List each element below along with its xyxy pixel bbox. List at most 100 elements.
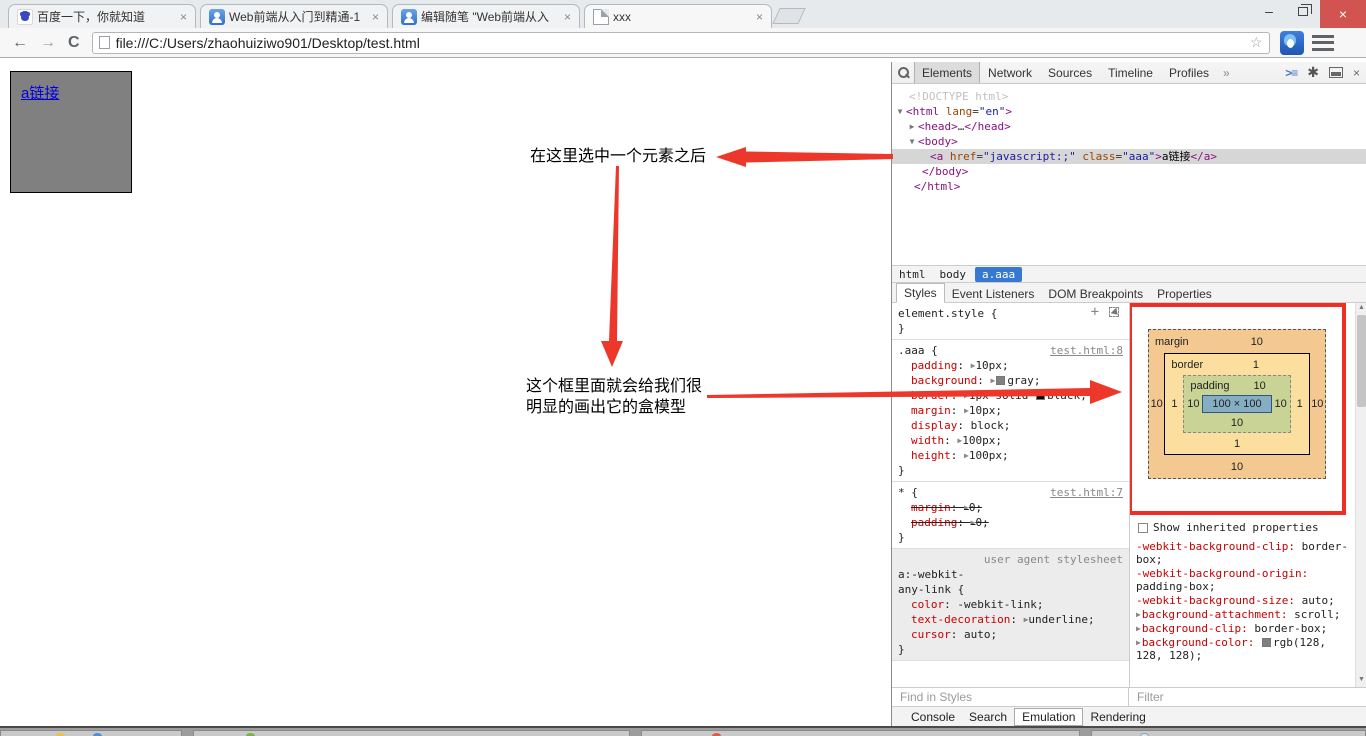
border-right-value[interactable]: 1	[1291, 375, 1309, 433]
padding-right-value[interactable]: 10	[1272, 398, 1290, 410]
margin-left-value[interactable]: 10	[1149, 353, 1164, 455]
browser-tab-edit-post[interactable]: 编辑随笔 "Web前端从入 ×	[392, 4, 580, 28]
dock-side-icon[interactable]	[1329, 67, 1343, 78]
padding-top-value[interactable]: 10	[1230, 380, 1290, 392]
page-link[interactable]: a链接	[21, 85, 59, 102]
expand-arrow-icon[interactable]: ▶	[990, 376, 995, 385]
css-property[interactable]: margin: ▶0;	[898, 500, 1123, 515]
css-property[interactable]: margin: ▶10px;	[898, 403, 1123, 418]
computed-property[interactable]: ▶background-attachment: scroll;	[1136, 608, 1352, 621]
css-property[interactable]: padding: ▶0;	[898, 515, 1123, 530]
border-left-value[interactable]: 1	[1165, 375, 1183, 433]
scroll-up-icon[interactable]: ▲	[1356, 304, 1366, 311]
tab-elements[interactable]: Elements	[914, 62, 980, 83]
dom-node-row[interactable]: ▼<html lang="en">	[892, 104, 1366, 119]
rule-selector[interactable]: a:-webkit-any-link {	[898, 567, 984, 597]
css-property[interactable]: display: block;	[898, 418, 1123, 433]
rule-selector[interactable]: * {	[898, 486, 918, 499]
taskbar-button[interactable]	[1091, 730, 1366, 736]
padding-bottom-value[interactable]: 10	[1184, 417, 1289, 429]
color-swatch[interactable]	[1036, 391, 1045, 400]
stylesheet-link[interactable]: test.html:7	[1050, 485, 1123, 500]
devtools-close-icon[interactable]: ×	[1353, 66, 1360, 80]
tab-dom-breakpoints[interactable]: DOM Breakpoints	[1041, 285, 1150, 303]
more-tabs-chevron-icon[interactable]: »	[1217, 62, 1236, 83]
tab-close-icon[interactable]: ×	[754, 10, 765, 24]
breadcrumb-a-aaa[interactable]: a.aaa	[975, 267, 1022, 282]
expand-arrow-icon[interactable]: ▶	[1136, 610, 1141, 619]
tab-search[interactable]: Search	[962, 709, 1014, 725]
css-property[interactable]: padding: ▶10px;	[898, 358, 1123, 373]
gear-icon[interactable]: ✱	[1307, 64, 1319, 81]
box-model-border[interactable]: border 1 1 padding 10	[1164, 353, 1309, 455]
console-drawer-icon[interactable]: >≡	[1285, 66, 1297, 80]
css-property[interactable]: text-decoration: ▶underline;	[898, 612, 1123, 627]
dom-node-row[interactable]: </body>	[892, 164, 1366, 179]
tab-close-icon[interactable]: ×	[562, 10, 573, 24]
rule-selector[interactable]: element.style {	[898, 307, 997, 320]
computed-property[interactable]: -webkit-background-size: auto;	[1136, 594, 1352, 607]
stylesheet-link[interactable]: test.html:8	[1050, 343, 1123, 358]
css-property[interactable]: height: ▶100px;	[898, 448, 1123, 463]
browser-tab-baidu[interactable]: 百度一下，你就知道 ×	[8, 4, 196, 28]
tab-timeline[interactable]: Timeline	[1100, 62, 1161, 83]
new-style-rule-icon[interactable]: +	[1091, 307, 1099, 317]
expand-arrow-icon[interactable]: ▶	[1136, 624, 1141, 633]
extension-bird-icon[interactable]	[1280, 31, 1304, 55]
reload-icon[interactable]: C	[68, 34, 80, 52]
tab-event-listeners[interactable]: Event Listeners	[945, 285, 1042, 303]
restore-button[interactable]	[1286, 0, 1320, 22]
show-inherited-checkbox[interactable]	[1138, 523, 1148, 533]
dom-node-row[interactable]: <!DOCTYPE html>	[892, 89, 1366, 104]
scrollbar-thumb[interactable]	[1357, 315, 1366, 407]
tab-close-icon[interactable]: ×	[178, 10, 189, 24]
forward-icon[interactable]: →	[40, 34, 56, 52]
taskbar-button[interactable]	[193, 730, 630, 736]
css-property[interactable]: width: ▶100px;	[898, 433, 1123, 448]
browser-tab-web-frontend[interactable]: Web前端从入门到精通-1 ×	[200, 4, 388, 28]
chrome-menu-icon[interactable]	[1312, 35, 1334, 51]
expand-arrow-icon[interactable]: ▶	[1136, 638, 1141, 647]
taskbar-button[interactable]	[641, 730, 1080, 736]
inspect-element-icon[interactable]	[1109, 307, 1119, 317]
computed-property[interactable]: -webkit-background-origin: padding-box;	[1136, 567, 1352, 593]
new-tab-button[interactable]	[772, 8, 805, 24]
tab-network[interactable]: Network	[980, 62, 1040, 83]
close-button[interactable]: ×	[1320, 0, 1366, 28]
breadcrumb-body[interactable]: body	[933, 267, 974, 282]
bookmark-star-icon[interactable]: ☆	[1250, 34, 1263, 51]
taskbar-button[interactable]	[0, 730, 182, 736]
tab-properties[interactable]: Properties	[1150, 285, 1219, 303]
box-model-margin[interactable]: margin 10 10 border 1 1	[1148, 329, 1326, 479]
dom-node-row[interactable]: ▼<body>	[892, 134, 1366, 149]
tab-close-icon[interactable]: ×	[370, 10, 381, 24]
tab-rendering[interactable]: Rendering	[1083, 709, 1152, 725]
rule-selector[interactable]: .aaa {	[898, 344, 938, 357]
scroll-down-icon[interactable]: ▼	[1356, 676, 1366, 683]
computed-property[interactable]: -webkit-background-clip: border-box;	[1136, 540, 1352, 566]
minimize-button[interactable]: –	[1252, 0, 1286, 22]
sidebar-scrollbar[interactable]: ▲ ▼	[1355, 303, 1366, 687]
computed-property[interactable]: ▶background-color: rgb(128, 128, 128);	[1136, 636, 1352, 662]
box-model-padding[interactable]: padding 10 10 100 × 100 10 10	[1183, 375, 1290, 433]
css-property[interactable]: cursor: auto;	[898, 627, 1123, 642]
tab-console[interactable]: Console	[904, 709, 962, 725]
color-swatch[interactable]	[1262, 638, 1271, 647]
tab-styles[interactable]: Styles	[896, 283, 945, 303]
find-in-styles-input[interactable]: Find in Styles	[892, 688, 1129, 706]
tab-emulation[interactable]: Emulation	[1014, 708, 1083, 726]
margin-top-value[interactable]: 10	[1189, 336, 1325, 348]
css-property[interactable]: color: -webkit-link;	[898, 597, 1123, 612]
breadcrumb-html[interactable]: html	[892, 267, 933, 282]
margin-right-value[interactable]: 10	[1310, 353, 1325, 455]
tab-sources[interactable]: Sources	[1040, 62, 1100, 83]
dom-node-row[interactable]: <a href="javascript:;" class="aaa">a链接</…	[892, 149, 1366, 164]
address-bar[interactable]: file:///C:/Users/zhaohuiziwo901/Desktop/…	[92, 32, 1270, 54]
color-swatch[interactable]	[996, 376, 1005, 385]
computed-property[interactable]: ▶background-clip: border-box;	[1136, 622, 1352, 635]
url-text[interactable]: file:///C:/Users/zhaohuiziwo901/Desktop/…	[116, 35, 1250, 51]
css-property[interactable]: background: ▶gray;	[898, 373, 1123, 388]
border-top-value[interactable]: 1	[1203, 359, 1308, 371]
dom-node-row[interactable]: </html>	[892, 179, 1366, 194]
back-icon[interactable]: ←	[12, 34, 28, 52]
